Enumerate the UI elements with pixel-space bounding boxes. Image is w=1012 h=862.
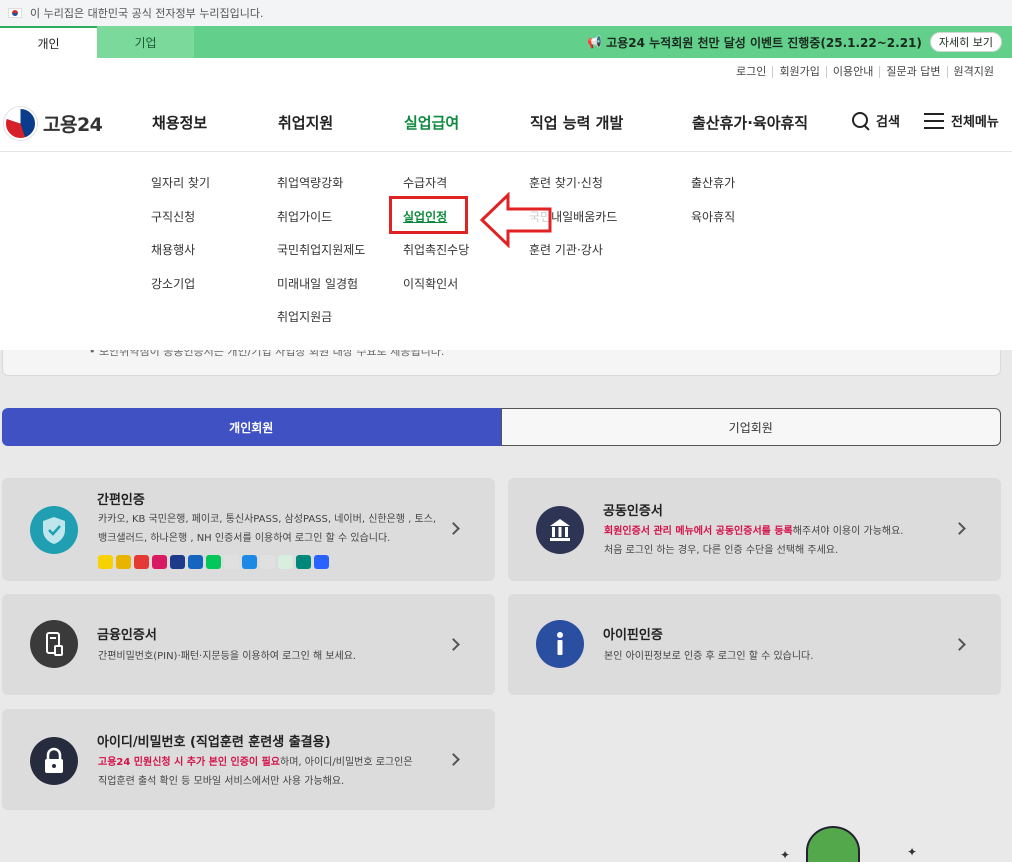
samsung-pass-icon [170, 555, 185, 569]
mascot-illustration [806, 826, 860, 862]
submenu-capacity[interactable]: 취업역량강화 [277, 174, 343, 191]
event-banner: 📢 고용24 누적회원 천만 달성 이벤트 진행중(25.1.22~2.21) … [587, 32, 1012, 52]
ipin-card[interactable]: 아이핀인증 본인 아이핀정보로 인증 후 로그인 할 수 있습니다. [508, 594, 1001, 695]
sparkle-icon: ✦ [907, 845, 918, 859]
info-icon [536, 620, 584, 668]
lock-icon [30, 737, 78, 785]
remote-support-link[interactable]: 원격지원 [946, 66, 1000, 78]
simple-auth-desc-1: 카카오, KB 국민은행, 페이코, 통신사PASS, 삼성PASS, 네이버,… [98, 514, 437, 525]
ipin-title: 아이핀인증 [603, 628, 663, 643]
pass-icon [152, 555, 167, 569]
provider-icons [98, 555, 329, 569]
financial-cert-title: 금융인증서 [97, 628, 157, 643]
nav-jobs[interactable]: 채용정보 [152, 112, 207, 133]
phone-doc-icon [30, 620, 78, 668]
joint-cert-title: 공동인증서 [603, 504, 663, 519]
submenu-maternity-leave[interactable]: 출산휴가 [691, 174, 735, 191]
logo-text: 고용24 [43, 114, 103, 136]
signup-link[interactable]: 회원가입 [772, 66, 825, 78]
tab-personal[interactable]: 개인 [0, 26, 97, 58]
submenu-job-search[interactable]: 일자리 찾기 [151, 174, 210, 191]
nav-unemployment-benefit[interactable]: 실업급여 [404, 112, 459, 133]
simple-auth-desc-2: 뱅크샐러드, 하나은행 , NH 인증서를 이용하여 로그인 할 수 있습니다. [98, 533, 391, 544]
notice-text: • 보안취약점이 공동인증서는 개인/기업 사업장 회원 대상 수요로 제공됩니… [89, 350, 445, 358]
nav-maternity-parental-leave[interactable]: 출산휴가·육아휴직 [692, 112, 808, 133]
ipin-desc: 본인 아이핀정보로 인증 후 로그인 할 수 있습니다. [604, 651, 814, 662]
megaphone-icon: 📢 [587, 35, 603, 49]
chevron-right-icon [953, 522, 966, 535]
gov-banner-text: 이 누리집은 대한민국 공식 전자정부 누리집입니다. [30, 7, 264, 20]
nh-icon [278, 555, 293, 569]
payco-icon [134, 555, 149, 569]
submenu-parental-leave[interactable]: 육아휴직 [691, 208, 735, 225]
hamburger-icon [924, 112, 944, 129]
toss-icon [224, 555, 239, 569]
id-password-title: 아이디/비밀번호 (직업훈련 훈련생 출결용) [97, 735, 331, 750]
financial-cert-card[interactable]: 금융인증서 간편비밀번호(PIN)·패턴·지문등을 이용하여 로그인 해 보세요… [2, 594, 495, 695]
hana-icon [260, 555, 275, 569]
naver-icon [206, 555, 221, 569]
site-logo[interactable]: 고용24 [4, 107, 103, 140]
qna-link[interactable]: 질문과 답변 [879, 66, 946, 78]
search-button[interactable]: 검색 [852, 111, 900, 130]
kakao-icon [98, 555, 113, 569]
notice-box: • 보안취약점이 공동인증서는 개인/기업 사업장 회원 대상 수요로 제공됩니… [2, 350, 1001, 376]
submenu-eligibility[interactable]: 수급자격 [403, 174, 447, 191]
submenu-subsidy[interactable]: 취업지원금 [277, 308, 332, 325]
chevron-right-icon [953, 638, 966, 651]
bank-building-icon [536, 506, 584, 554]
gov-banner: 이 누리집은 대한민국 공식 전자정부 누리집입니다. [0, 0, 1012, 26]
shield-check-icon [30, 506, 78, 554]
submenu-small-giant[interactable]: 강소기업 [151, 275, 195, 292]
member-tabs: 개인회원 기업회원 [2, 408, 1001, 446]
sparkle-icon: ✦ [780, 848, 791, 862]
utility-links: 로그인 회원가입 이용안내 질문과 답변 원격지원 [730, 66, 1000, 78]
user-type-bar: 개인 기업 📢 고용24 누적회원 천만 달성 이벤트 진행중(25.1.22~… [0, 26, 1012, 58]
nav-employment-support[interactable]: 취업지원 [278, 112, 333, 133]
tab-business[interactable]: 기업 [97, 26, 194, 58]
nav-vocational-training[interactable]: 직업 능력 개발 [530, 112, 623, 133]
korea-flag-icon [8, 8, 22, 18]
id-password-desc-2: 직업훈련 출석 확인 등 모바일 서비스에서만 사용 가능해요. [98, 776, 345, 787]
login-link[interactable]: 로그인 [730, 66, 772, 78]
simple-auth-card[interactable]: 간편인증 카카오, KB 국민은행, 페이코, 통신사PASS, 삼성PASS,… [2, 478, 495, 581]
all-menu-button[interactable]: 전체메뉴 [924, 111, 999, 130]
chevron-right-icon [447, 753, 460, 766]
submenu-guide[interactable]: 취업가이드 [277, 208, 332, 225]
joint-cert-card[interactable]: 공동인증서 회원인증서 관리 메뉴에서 공동인증서를 등록해주셔야 이용이 가능… [508, 478, 1001, 581]
submenu-job-application[interactable]: 구직신청 [151, 208, 195, 225]
tab-business-member[interactable]: 기업회원 [500, 408, 1001, 446]
red-arrow-icon [480, 192, 552, 248]
nh-cert-icon [314, 555, 329, 569]
joint-cert-desc-2: 처음 로그인 하는 경우, 다른 인증 수단을 선택해 주세요. [604, 545, 839, 556]
search-label: 검색 [876, 115, 900, 130]
chevron-right-icon [447, 638, 460, 651]
submenu-training-search[interactable]: 훈련 찾기·신청 [529, 174, 603, 191]
woori-icon [296, 555, 311, 569]
submenu-reemployment-allowance[interactable]: 취업촉진수당 [403, 241, 469, 258]
kb-bank-icon [116, 555, 131, 569]
taegeuk-logo-icon [4, 107, 37, 140]
banksalad-icon [242, 555, 257, 569]
guide-link[interactable]: 이용안내 [825, 66, 879, 78]
submenu-work-experience[interactable]: 미래내일 일경험 [277, 275, 358, 292]
all-menu-label: 전체메뉴 [951, 115, 999, 130]
id-password-desc-1: 고용24 민원신청 시 추가 본인 인증이 필요하며, 아이디/비밀번호 로그인… [98, 757, 413, 768]
tab-personal-member[interactable]: 개인회원 [2, 408, 501, 446]
shinhan-icon [188, 555, 203, 569]
id-password-card[interactable]: 아이디/비밀번호 (직업훈련 훈련생 출결용) 고용24 민원신청 시 추가 본… [2, 709, 495, 810]
joint-cert-desc-1: 회원인증서 관리 메뉴에서 공동인증서를 등록해주셔야 이용이 가능해요. [604, 526, 904, 537]
chevron-right-icon [447, 522, 460, 535]
submenu-separation-confirmation[interactable]: 이직확인서 [403, 275, 458, 292]
highlight-box [389, 196, 468, 234]
simple-auth-title: 간편인증 [97, 493, 145, 508]
submenu-national-support[interactable]: 국민취업지원제도 [277, 241, 365, 258]
event-text[interactable]: 고용24 누적회원 천만 달성 이벤트 진행중(25.1.22~2.21) [606, 34, 922, 51]
search-icon [852, 111, 870, 130]
global-nav: 고용24 채용정보 취업지원 실업급여 직업 능력 개발 출산휴가·육아휴직 검… [0, 94, 1012, 152]
submenu-job-fair[interactable]: 채용행사 [151, 241, 195, 258]
financial-cert-desc: 간편비밀번호(PIN)·패턴·지문등을 이용하여 로그인 해 보세요. [98, 651, 357, 662]
event-detail-button[interactable]: 자세히 보기 [929, 32, 1002, 52]
